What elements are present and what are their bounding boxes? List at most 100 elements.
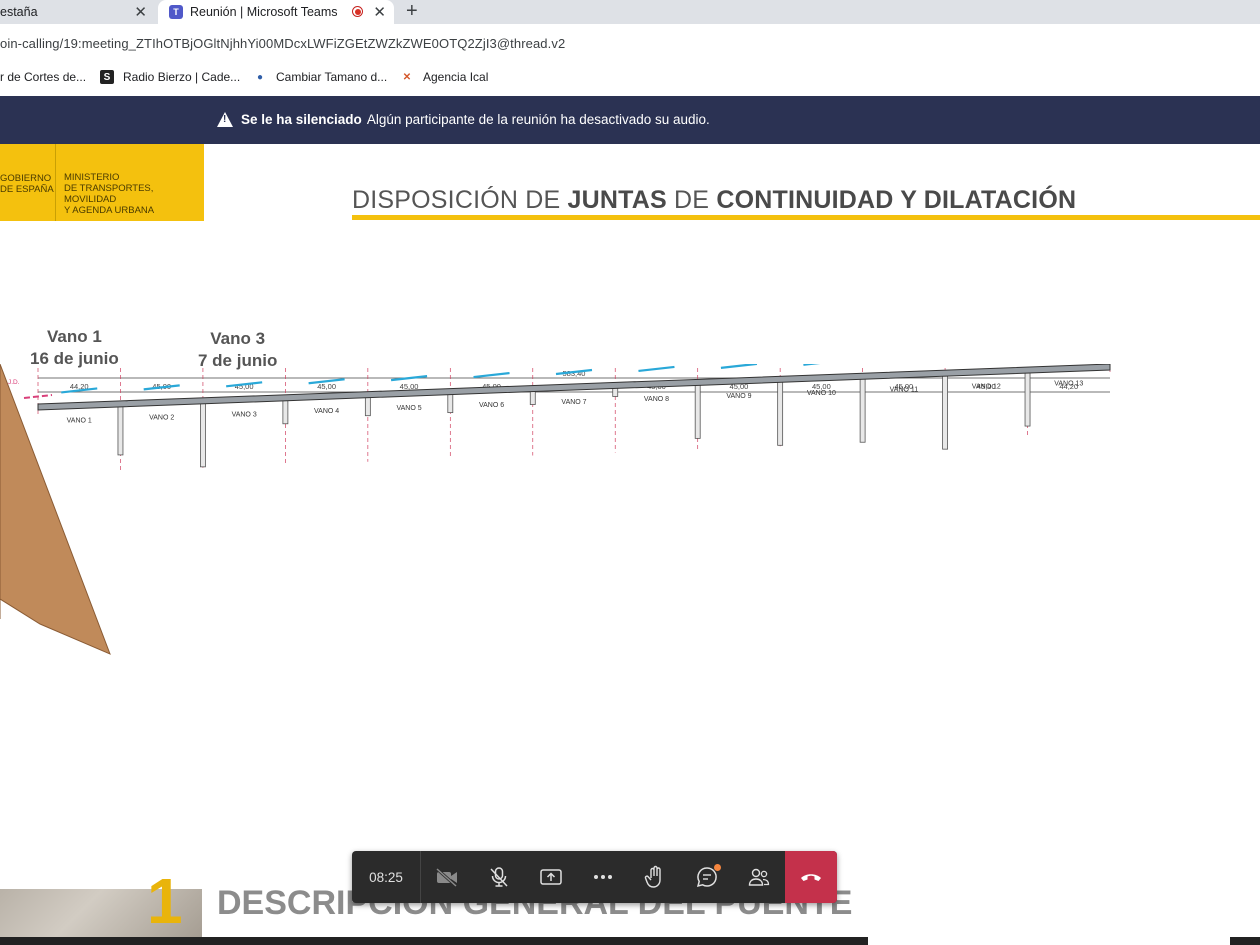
hang-up-button[interactable]	[785, 851, 837, 903]
share-screen-icon[interactable]	[537, 863, 565, 891]
gov-line: Y AGENDA URBANA	[64, 205, 155, 216]
upper-support-label: P12	[1020, 364, 1035, 366]
tab-label: Reunión | Microsoft Teams	[190, 5, 338, 19]
gov-line: DE TRANSPORTES, MOVILIDAD	[64, 183, 154, 205]
notification-title: Se le ha silenciado	[241, 112, 362, 127]
upper-pier	[200, 401, 206, 468]
notification-text: Se le ha silenciado Algún participante de…	[241, 112, 710, 127]
upper-support-label: P8	[693, 364, 703, 366]
resize-icon: ●	[256, 71, 264, 83]
notification-message: Algún participante de la reunión ha desa…	[366, 112, 710, 127]
teams-icon: T	[169, 5, 183, 19]
tab-label: estaña	[0, 5, 38, 19]
hang-up-icon	[801, 874, 821, 881]
browser-tab-bar: estaña ✕ T Reunión | Microsoft Teams ✕ +	[0, 0, 1260, 24]
government-logo: GOBIERNO DE ESPAÑA MINISTERIO DE TRANSPO…	[0, 144, 204, 221]
section-number: 1	[147, 865, 183, 937]
slide-title: DISPOSICIÓN DE JUNTAS DE CONTINUIDAD Y D…	[352, 186, 1076, 215]
upper-support-label: P10	[855, 364, 870, 366]
tab-teams-meeting[interactable]: T Reunión | Microsoft Teams ✕	[158, 0, 394, 24]
upper-vano-label: VANO 13	[1054, 381, 1083, 388]
upper-pier	[117, 404, 124, 456]
gov-line: MINISTERIO	[64, 172, 120, 183]
camera-off-icon[interactable]	[433, 863, 461, 891]
raise-hand-icon[interactable]	[641, 863, 669, 891]
recording-icon	[352, 6, 363, 17]
upper-support-label: P11	[938, 364, 952, 366]
upper-vano-label: VANO 8	[644, 396, 669, 403]
bookmark-label: Cambiar Tamano d...	[276, 70, 388, 84]
call-controls-bar: 08:25	[352, 851, 837, 903]
tab-previous[interactable]: estaña ✕	[0, 0, 155, 24]
bookmark-radio-bierzo[interactable]: S Radio Bierzo | Cade...	[100, 70, 240, 84]
ical-icon: ✕	[402, 71, 412, 83]
upper-support-label: P1	[116, 364, 126, 366]
bookmark-label: Radio Bierzo | Cade...	[123, 70, 241, 84]
upper-vano-label: VANO 11	[890, 387, 919, 394]
upper-continuity-joint	[803, 364, 821, 366]
warning-icon	[217, 112, 233, 127]
close-tab-icon[interactable]: ✕	[134, 3, 147, 21]
bookmark-cambiar-tamano[interactable]: ● Cambiar Tamano d...	[253, 70, 387, 84]
upper-vano-label: VANO 5	[396, 405, 421, 412]
upper-continuity-joint	[720, 364, 758, 369]
upper-support-label: P6	[528, 364, 538, 366]
title-part: CONTINUIDAD Y DILATACIÓN	[716, 186, 1077, 214]
title-part: DISPOSICIÓN DE	[352, 186, 568, 214]
upper-pier	[859, 376, 866, 443]
upper-vano-label: VANO 4	[314, 408, 339, 415]
upper-pier	[777, 379, 784, 446]
upper-support-label: P4	[363, 364, 373, 366]
participants-icon[interactable]	[745, 863, 773, 891]
upper-pier	[447, 392, 454, 414]
shared-slide: GOBIERNO DE ESPAÑA MINISTERIO DE TRANSPO…	[0, 144, 1260, 945]
upper-support-label: P9	[775, 364, 785, 366]
upper-span-length: 45,00	[317, 382, 336, 391]
upper-support-label: P3	[280, 364, 290, 366]
upper-support-label: P2	[198, 364, 208, 366]
call-timer: 08:25	[352, 851, 421, 903]
upper-vano-label: VANO 12	[972, 384, 1001, 391]
address-bar: oin-calling/19:meeting_ZTIhOTBjOGltNjhhY…	[0, 24, 1260, 60]
upper-pier	[1024, 370, 1031, 427]
upper-vano-label: VANO 3	[232, 411, 257, 418]
upper-vano-label: VANO 2	[149, 414, 174, 421]
muted-notification-banner: Se le ha silenciado Algún participante de…	[0, 96, 1260, 144]
radio-bierzo-icon: S	[100, 70, 114, 84]
upper-jd-label: J.D.	[8, 379, 20, 386]
logo-divider	[55, 144, 56, 221]
title-underline	[352, 215, 1260, 220]
gov-line: GOBIERNO	[0, 173, 52, 184]
gov-left-text: GOBIERNO DE ESPAÑA	[0, 173, 54, 195]
upper-support-label: P5	[445, 364, 455, 366]
upper-support-label: E1	[33, 364, 43, 366]
upper-vano-label: VANO 9	[726, 393, 751, 400]
upper-pier	[364, 395, 371, 417]
mic-off-icon[interactable]	[485, 863, 513, 891]
url-field[interactable]: oin-calling/19:meeting_ZTIhOTBjOGltNjhhY…	[0, 36, 565, 51]
upper-continuity-joint	[473, 371, 510, 379]
title-part: JUNTAS	[567, 186, 667, 214]
bookmark-label: Agencia Ical	[423, 70, 489, 84]
upper-vano-label: VANO 1	[67, 417, 92, 424]
upper-vano-label: VANO 7	[561, 399, 586, 406]
bridge-elevation-drawing: 583,40E1P1P2P3P4P5P6P7P8P9P10P11P12E244,…	[0, 364, 1115, 655]
close-tab-icon[interactable]: ✕	[373, 3, 386, 21]
upper-pier	[282, 398, 289, 425]
chat-icon[interactable]	[693, 863, 721, 891]
new-tab-button[interactable]: +	[406, 0, 418, 22]
bookmark-label: r de Cortes de...	[0, 70, 87, 84]
upper-pier	[942, 373, 948, 450]
slide-bottom-strip	[0, 937, 1260, 945]
gov-right-text: MINISTERIO DE TRANSPORTES, MOVILIDAD Y A…	[64, 172, 204, 216]
bookmark-cortes[interactable]: r de Cortes de...	[0, 70, 86, 84]
more-icon[interactable]	[589, 863, 617, 891]
title-part: DE	[666, 186, 717, 214]
upper-support-label: P7	[610, 364, 620, 366]
upper-pier	[694, 382, 701, 439]
gov-line: DE ESPAÑA	[0, 184, 54, 195]
unread-dot	[714, 864, 721, 871]
bookmark-agencia-ical[interactable]: ✕ Agencia Ical	[400, 70, 489, 84]
upper-vano-label: VANO 10	[807, 390, 836, 397]
bookmarks-bar: r de Cortes de... S Radio Bierzo | Cade.…	[0, 60, 1260, 96]
